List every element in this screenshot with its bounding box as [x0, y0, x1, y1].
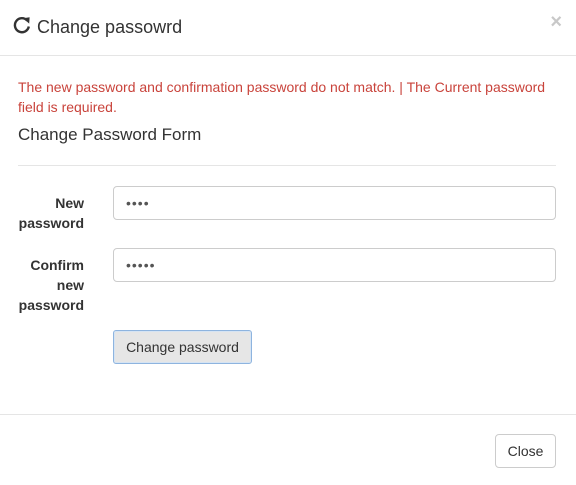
modal-header: Change passowrd × [0, 0, 576, 56]
confirm-password-input[interactable] [113, 248, 556, 282]
refresh-icon [13, 17, 30, 34]
form-heading: Change Password Form [18, 125, 202, 144]
validation-error-summary: The new password and confirmation passwo… [18, 79, 546, 115]
divider [18, 165, 556, 166]
change-password-button[interactable]: Change password [113, 330, 252, 364]
change-password-modal: Change passowrd × The new password and c… [0, 0, 576, 485]
modal-footer: Close [0, 414, 576, 485]
confirm-password-label: Confirm new password [0, 255, 84, 315]
modal-title: Change passowrd [37, 17, 183, 37]
new-password-label-line1: New [55, 195, 84, 211]
new-password-label: New password [0, 193, 84, 233]
new-password-label-line2: password [18, 215, 84, 231]
close-icon[interactable]: × [550, 12, 562, 32]
confirm-password-label-line3: password [18, 297, 84, 313]
new-password-input[interactable] [113, 186, 556, 220]
close-button[interactable]: Close [495, 434, 556, 468]
confirm-password-label-line2: new [56, 277, 84, 293]
confirm-password-label-line1: Confirm [30, 257, 84, 273]
